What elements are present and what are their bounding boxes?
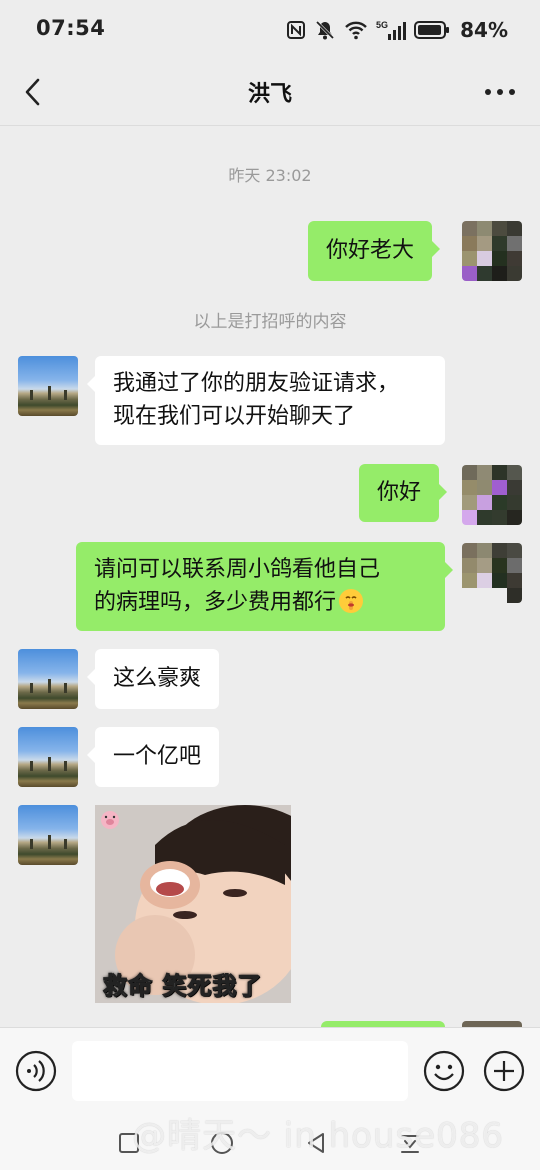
my-avatar[interactable] [462, 221, 522, 281]
message-text-line: 现在我们可以开始聊天了 [113, 404, 356, 429]
contact-avatar[interactable] [18, 649, 78, 709]
voice-button[interactable] [15, 1050, 57, 1092]
system-note: 以上是打招呼的内容 [193, 312, 347, 332]
message-text-segment: 的病理吗，多少费用都行 [94, 590, 337, 615]
received-message-bubble[interactable]: 我通过了你的朋友验证请求， 现在我们可以开始聊天了 [87, 356, 445, 445]
message-text-line: 的病理吗，多少费用都行 [94, 586, 427, 619]
my-avatar[interactable] [462, 465, 522, 525]
message-text-line: 请问可以联系周小鸽看他自己 [94, 557, 381, 582]
watermark: @晴天～ in house086 [132, 1116, 505, 1156]
sticker-message[interactable]: 救命 笑死我了 [95, 805, 291, 1003]
message-text: 一个亿吧 [113, 744, 202, 769]
wifi-icon [345, 21, 367, 40]
pig-sticker-badge-icon [101, 811, 119, 829]
chat-title: 洪飞 [247, 82, 292, 107]
sent-message-bubble[interactable]: 请问可以联系周小鸽看他自己 的病理吗，多少费用都行 [76, 542, 453, 631]
nfc-icon [287, 21, 306, 39]
status-time: 07:54 [36, 16, 106, 40]
message-text: 你好 [377, 480, 422, 505]
message-timestamp: 昨天 23:02 [228, 166, 312, 185]
my-avatar[interactable] [462, 543, 522, 603]
message-text: 你好老大 [326, 238, 415, 263]
received-message-bubble[interactable]: 这么豪爽 [86, 649, 220, 709]
sent-message-bubble[interactable]: 你好 [359, 464, 448, 522]
message-input[interactable] [72, 1041, 408, 1101]
more-button[interactable] [482, 78, 518, 106]
chat-header: 洪飞 [0, 60, 540, 126]
plus-button[interactable] [483, 1050, 525, 1092]
input-bar [0, 1027, 540, 1115]
emoji-button[interactable] [423, 1050, 465, 1092]
sent-message-bubble[interactable]: 你好老大 [308, 221, 441, 281]
battery-icon [414, 21, 450, 39]
sticker-caption: 救命 笑死我了 [102, 972, 263, 1001]
contact-avatar[interactable] [18, 356, 78, 416]
shushing-face-emoji [339, 589, 364, 613]
plus-circle-icon [483, 1050, 525, 1092]
smiley-icon [423, 1050, 465, 1092]
battery-percent: 84% [460, 18, 508, 42]
message-text-line: 我通过了你的朋友验证请求， [113, 371, 400, 396]
ellipsis-icon [485, 89, 515, 95]
message-text: 这么豪爽 [113, 666, 202, 691]
mute-icon [316, 20, 335, 40]
svg-text:5G: 5G [376, 20, 388, 30]
received-message-bubble[interactable]: 一个亿吧 [86, 727, 220, 787]
contact-avatar[interactable] [18, 727, 78, 787]
voice-icon [15, 1050, 57, 1092]
status-bar: 07:54 5G 84% [0, 0, 540, 60]
5g-signal-icon: 5G [376, 20, 407, 40]
contact-avatar[interactable] [18, 805, 78, 865]
status-icons: 5G 84% [286, 18, 508, 42]
